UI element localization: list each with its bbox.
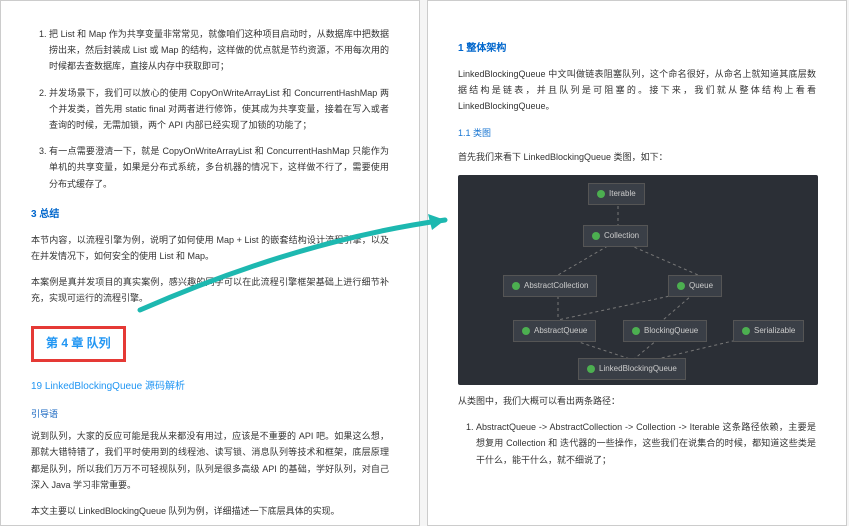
diagram-node-serializable: Serializable [733, 320, 804, 342]
arch-heading: 1 整体架构 [458, 40, 816, 58]
intro-heading: 引导语 [31, 406, 389, 422]
chapter-subtitle: 19 LinkedBlockingQueue 源码解析 [31, 378, 389, 396]
diagram-node-abstractqueue: AbstractQueue [513, 320, 596, 342]
paragraph: 说到队列，大家的反应可能是我从来都没有用过，应该是不重要的 API 吧。如果这么… [31, 428, 389, 493]
class-diagram-heading: 1.1 类图 [458, 125, 816, 141]
paragraph: 首先我们来看下 LinkedBlockingQueue 类图，如下： [458, 149, 816, 165]
list-item: 有一点需要澄清一下，就是 CopyOnWriteArrayList 和 Conc… [49, 143, 389, 192]
list-item: 并发场景下，我们可以放心的使用 CopyOnWriteArrayList 和 C… [49, 85, 389, 134]
chapter-title: 第 4 章 队列 [46, 336, 111, 350]
numbered-list: AbstractQueue -> AbstractCollection -> C… [458, 419, 816, 468]
paragraph: 本文主要以 LinkedBlockingQueue 队列为例，详细描述一下底层具… [31, 503, 389, 519]
paragraph: 从类图中，我们大概可以看出两条路径： [458, 393, 816, 409]
paragraph: 本节内容，以流程引擎为例，说明了如何使用 Map + List 的嵌套结构设计流… [31, 232, 389, 264]
left-page: 把 List 和 Map 作为共享变量非常常见，就像咱们这种项目启动时，从数据库… [0, 0, 420, 526]
diagram-node-queue: Queue [668, 275, 722, 297]
diagram-node-iterable: Iterable [588, 183, 645, 205]
paragraph: 本案例是真并发项目的真实案例，感兴趣的同学可以在此流程引擎框架基础上进行细节补充… [31, 274, 389, 306]
diagram-node-blockingqueue: BlockingQueue [623, 320, 707, 342]
diagram-node-collection: Collection [583, 225, 648, 247]
summary-heading: 3 总结 [31, 206, 389, 224]
list-item: AbstractQueue -> AbstractCollection -> C… [476, 419, 816, 468]
right-page: 1 整体架构 LinkedBlockingQueue 中文叫做链表阻塞队列，这个… [427, 0, 847, 526]
chapter-highlight-box: 第 4 章 队列 [31, 326, 126, 362]
diagram-node-linkedblockingqueue: LinkedBlockingQueue [578, 358, 686, 380]
paragraph: LinkedBlockingQueue 中文叫做链表阻塞队列，这个命名很好，从命… [458, 66, 816, 115]
class-diagram: Iterable Collection AbstractCollection Q… [458, 175, 818, 385]
numbered-list: 把 List 和 Map 作为共享变量非常常见，就像咱们这种项目启动时，从数据库… [31, 26, 389, 192]
diagram-node-abstractcollection: AbstractCollection [503, 275, 597, 297]
list-item: 把 List 和 Map 作为共享变量非常常见，就像咱们这种项目启动时，从数据库… [49, 26, 389, 75]
